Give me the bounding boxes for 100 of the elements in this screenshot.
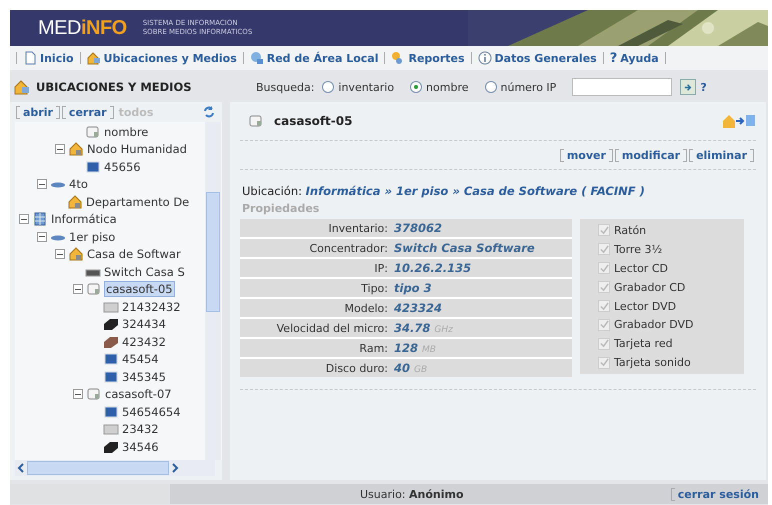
collapse-toggle[interactable] <box>37 232 47 242</box>
property-label: IP: <box>373 262 389 274</box>
tree-item[interactable]: 345345 <box>121 370 167 384</box>
modem-icon <box>103 300 119 314</box>
collapse-toggle[interactable] <box>55 144 65 154</box>
building-icon <box>32 212 48 226</box>
search-label: Busqueda: <box>256 80 314 94</box>
info-icon <box>478 51 492 65</box>
property-label: Concentrador: <box>308 242 389 254</box>
property-value: 10.26.2.135 <box>394 261 472 275</box>
property-label: Velocidad del micro: <box>276 322 389 334</box>
collapse-toggle[interactable] <box>37 179 47 190</box>
checkbox[interactable] <box>598 281 610 294</box>
scroll-right-icon[interactable] <box>171 463 179 473</box>
feature-label: Lector CD <box>614 262 668 275</box>
tree-item[interactable]: 4to <box>68 177 89 192</box>
collapse-toggle[interactable] <box>73 284 83 294</box>
property-value: tipo 3 <box>394 281 432 295</box>
tree-item[interactable]: casasoft-05 <box>104 281 175 298</box>
tree-item[interactable]: nombre <box>103 124 150 139</box>
house-icon <box>68 142 84 156</box>
drive-icon <box>103 317 119 332</box>
tree-item[interactable]: Switch Casa S <box>103 264 186 279</box>
nav-link[interactable]: Red de Área Local <box>250 51 378 65</box>
tree-item[interactable]: 23432 <box>121 422 160 436</box>
go-button[interactable] <box>680 79 696 95</box>
drive-icon <box>103 440 119 454</box>
checkbox[interactable] <box>598 338 610 350</box>
checkbox[interactable] <box>598 262 610 274</box>
tree-item[interactable]: 45656 <box>103 160 142 174</box>
device-title: casasoft-05 <box>274 114 352 128</box>
property-value: 423324 <box>394 301 442 315</box>
card-icon <box>103 370 119 384</box>
radio-option[interactable]: número IP <box>484 80 556 94</box>
tree-item[interactable]: 54654654 <box>121 404 182 419</box>
vertical-scrollbar[interactable] <box>205 122 221 460</box>
radio-option[interactable]: inventario <box>322 80 394 94</box>
collapse-toggle[interactable] <box>73 389 83 400</box>
tree-item[interactable]: 324434 <box>121 317 167 332</box>
horizontal-scrollbar[interactable] <box>15 460 215 476</box>
feature-label: Grabador CD <box>614 280 686 294</box>
scroll-left-icon[interactable] <box>17 463 25 473</box>
logo: MEDiNFO <box>38 16 127 40</box>
checkbox[interactable] <box>598 243 610 256</box>
property-label: Disco duro: <box>324 362 389 374</box>
nav-link[interactable]: ? Ayuda <box>610 50 659 66</box>
tree-item[interactable]: Departamento De <box>85 194 190 209</box>
monitor-icon <box>85 160 101 174</box>
radio-option[interactable]: nombre <box>410 80 468 94</box>
property-label: Inventario: <box>327 222 389 234</box>
tree-item[interactable]: Informática <box>50 212 118 226</box>
section-title: UBICACIONES Y MEDIOS <box>36 80 192 94</box>
collapse-toggle[interactable] <box>19 214 29 224</box>
tree-item[interactable]: Casa de Softwar <box>86 247 182 262</box>
house-icon <box>86 51 101 65</box>
tree-item[interactable]: 1er piso <box>68 230 116 244</box>
nav-link[interactable]: Ubicaciones y Medios <box>86 51 237 65</box>
monitor-icon <box>103 404 119 419</box>
nav-link[interactable]: Datos Generales <box>478 51 597 65</box>
refresh-icon[interactable] <box>202 105 216 119</box>
checkbox[interactable] <box>598 224 610 236</box>
feature-label: Grabador DVD <box>614 318 694 332</box>
modem-icon <box>103 422 119 436</box>
checkbox[interactable] <box>598 300 610 312</box>
property-label: Modelo: <box>344 302 389 314</box>
action-link[interactable]: eliminar <box>693 148 750 162</box>
feature-label: Ratón <box>614 224 646 237</box>
feature-label: Lector DVD <box>614 300 676 312</box>
property-label: Tipo: <box>360 282 389 294</box>
arrow-icon <box>682 82 694 92</box>
properties-heading: Propiedades <box>242 202 320 215</box>
location-path[interactable]: Informática » 1er piso » Casa de Software ( FACINF ) <box>306 184 645 198</box>
property-label: Ram: <box>358 342 389 354</box>
property-value: 378062 <box>394 221 442 235</box>
action-link[interactable]: mover <box>564 148 609 162</box>
computer-icon <box>85 124 101 139</box>
nav-link[interactable]: Inicio <box>23 51 74 65</box>
tree-item[interactable]: 21432432 <box>121 300 182 314</box>
location-label: Ubicación: <box>242 184 302 198</box>
tree-item[interactable]: 423432 <box>121 334 167 349</box>
house-icon <box>67 194 83 209</box>
logout-link[interactable]: cerrar sesión <box>674 488 762 500</box>
computer-icon <box>248 114 264 128</box>
nav-link[interactable]: Reportes <box>391 51 465 65</box>
move-to-computer-icon[interactable] <box>722 113 756 129</box>
computer-icon <box>86 387 102 402</box>
tree-item[interactable]: Nodo Humanidad <box>86 142 188 156</box>
collapse-toggle[interactable] <box>55 249 65 260</box>
search-field[interactable] <box>572 78 672 96</box>
checkbox[interactable] <box>598 356 610 369</box>
card-icon <box>103 352 119 366</box>
help-link[interactable]: ? <box>700 80 707 94</box>
checkbox[interactable] <box>598 318 610 331</box>
feature-label: Tarjeta sonido <box>614 356 691 370</box>
tree-item[interactable]: 34546 <box>121 440 160 454</box>
action-link[interactable]: modificar <box>618 148 684 162</box>
tree-item[interactable]: 45454 <box>121 352 160 366</box>
tree-item[interactable]: casasoft-07 <box>104 387 173 402</box>
tree-toolbar-link[interactable]: cerrar <box>66 106 110 118</box>
tree-toolbar-link[interactable]: abrir <box>20 106 56 118</box>
